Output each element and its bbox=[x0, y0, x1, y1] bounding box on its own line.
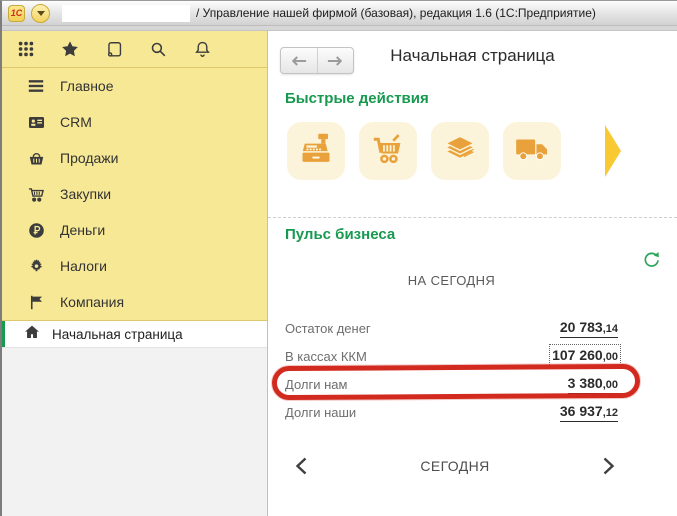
home-icon bbox=[23, 323, 41, 346]
menu-lines-icon bbox=[26, 76, 46, 96]
1c-logo-icon: 1С bbox=[8, 5, 25, 22]
row-label: В кассах ККМ bbox=[285, 349, 367, 364]
back-button[interactable] bbox=[281, 48, 318, 73]
sidebar-empty-area bbox=[2, 348, 267, 516]
period-nav-label: СЕГОДНЯ bbox=[308, 458, 602, 474]
sidebar-item-kompaniya[interactable]: Компания bbox=[2, 284, 267, 320]
cash-register-tile[interactable] bbox=[287, 122, 345, 180]
main-content: Начальная страница Быстрые действия bbox=[268, 31, 677, 516]
flag-icon bbox=[26, 292, 46, 312]
window-title: / Управление нашей фирмой (базовая), ред… bbox=[196, 6, 596, 20]
row-label: Долги наши bbox=[285, 405, 356, 420]
more-actions-arrow-icon[interactable] bbox=[605, 125, 623, 177]
period-header: НА СЕГОДНЯ bbox=[285, 273, 618, 288]
history-nav-buttons bbox=[280, 47, 354, 74]
quick-actions-row bbox=[287, 122, 677, 180]
business-pulse-section: Пульс бизнеса НА СЕГОДНЯ Остаток денег 2… bbox=[268, 217, 677, 475]
sidebar-item-label: Деньги bbox=[60, 222, 105, 238]
business-pulse-heading: Пульс бизнеса bbox=[285, 226, 677, 243]
row-value-link[interactable]: 36 937,12 bbox=[560, 403, 618, 422]
chevron-down-icon bbox=[37, 11, 45, 16]
titlebar: 1С / Управление нашей фирмой (базовая), … bbox=[2, 1, 677, 26]
value-integer: 3 380 bbox=[568, 375, 603, 391]
row-value-link[interactable]: 20 783,14 bbox=[560, 319, 618, 338]
money-stack-icon bbox=[441, 130, 479, 173]
pulse-row-cash-balance: Остаток денег 20 783,14 bbox=[285, 314, 618, 342]
sidebar-item-label: Компания bbox=[60, 294, 124, 310]
value-integer: 20 783 bbox=[560, 319, 603, 335]
value-fraction: ,14 bbox=[603, 323, 618, 335]
row-value-link[interactable]: 107 260,00 bbox=[552, 347, 618, 366]
cash-register-icon bbox=[298, 131, 334, 172]
sidebar-item-label: Главное bbox=[60, 78, 114, 94]
cart-icon bbox=[26, 184, 46, 204]
value-fraction: ,12 bbox=[603, 407, 618, 419]
row-value-link[interactable]: 3 380,00 bbox=[568, 375, 618, 394]
app-window: 1С / Управление нашей фирмой (базовая), … bbox=[0, 0, 677, 516]
app-body: Главное CRM Продажи Закупки Деньги bbox=[2, 31, 677, 516]
sidebar-item-glavnoe[interactable]: Главное bbox=[2, 68, 267, 104]
sidebar: Главное CRM Продажи Закупки Деньги bbox=[2, 31, 268, 516]
sidebar-item-nalogi[interactable]: Налоги bbox=[2, 248, 267, 284]
delivery-tile[interactable] bbox=[503, 122, 561, 180]
eagle-emblem-icon bbox=[26, 256, 46, 276]
sidebar-item-prodazhi[interactable]: Продажи bbox=[2, 140, 267, 176]
favorites-star-icon[interactable] bbox=[60, 39, 80, 59]
redacted-company-name bbox=[62, 5, 190, 22]
sidebar-item-zakupki[interactable]: Закупки bbox=[2, 176, 267, 212]
quick-actions-heading: Быстрые действия bbox=[285, 90, 677, 107]
sidebar-menu: Главное CRM Продажи Закупки Деньги bbox=[2, 68, 267, 320]
pulse-rows: Остаток денег 20 783,14 В кассах ККМ 107… bbox=[285, 314, 618, 426]
forward-button[interactable] bbox=[318, 48, 354, 73]
prev-period-chevron-icon[interactable] bbox=[295, 457, 308, 475]
history-scroll-icon[interactable] bbox=[104, 39, 124, 59]
row-label: Долги нам bbox=[285, 377, 347, 392]
sidebar-item-label: Закупки bbox=[60, 186, 111, 202]
sidebar-item-crm[interactable]: CRM bbox=[2, 104, 267, 140]
value-fraction: ,00 bbox=[603, 379, 618, 391]
contact-card-icon bbox=[26, 112, 46, 132]
main-menu-dropdown-button[interactable] bbox=[31, 4, 50, 23]
search-icon[interactable] bbox=[148, 39, 168, 59]
sidebar-item-home-page[interactable]: Начальная страница bbox=[2, 320, 267, 348]
sidebar-item-label: Начальная страница bbox=[52, 327, 183, 342]
pulse-row-debts-to-us: Долги нам 3 380,00 bbox=[285, 370, 618, 398]
apps-grid-icon[interactable] bbox=[16, 39, 36, 59]
shopping-cart-tile[interactable] bbox=[359, 122, 417, 180]
ruble-coin-icon bbox=[26, 220, 46, 240]
notifications-bell-icon[interactable] bbox=[192, 39, 212, 59]
pulse-row-our-debts: Долги наши 36 937,12 bbox=[285, 398, 618, 426]
basket-icon bbox=[26, 148, 46, 168]
sidebar-item-label: CRM bbox=[60, 114, 92, 130]
refresh-icon[interactable] bbox=[642, 250, 661, 274]
sidebar-item-label: Налоги bbox=[60, 258, 107, 274]
sidebar-toolbar bbox=[2, 31, 267, 68]
money-tile[interactable] bbox=[431, 122, 489, 180]
delivery-truck-icon bbox=[513, 130, 551, 173]
pulse-row-kkm-cash: В кассах ККМ 107 260,00 bbox=[285, 342, 618, 370]
period-block: НА СЕГОДНЯ Остаток денег 20 783,14 В кас… bbox=[285, 273, 618, 426]
period-nav: СЕГОДНЯ bbox=[268, 457, 677, 475]
row-label: Остаток денег bbox=[285, 321, 371, 336]
value-integer: 107 260 bbox=[552, 347, 603, 363]
shopping-cart-icon bbox=[370, 131, 406, 172]
sidebar-item-dengi[interactable]: Деньги bbox=[2, 212, 267, 248]
sidebar-item-label: Продажи bbox=[60, 150, 118, 166]
value-integer: 36 937 bbox=[560, 403, 603, 419]
next-period-chevron-icon[interactable] bbox=[602, 457, 615, 475]
value-fraction: ,00 bbox=[603, 351, 618, 363]
